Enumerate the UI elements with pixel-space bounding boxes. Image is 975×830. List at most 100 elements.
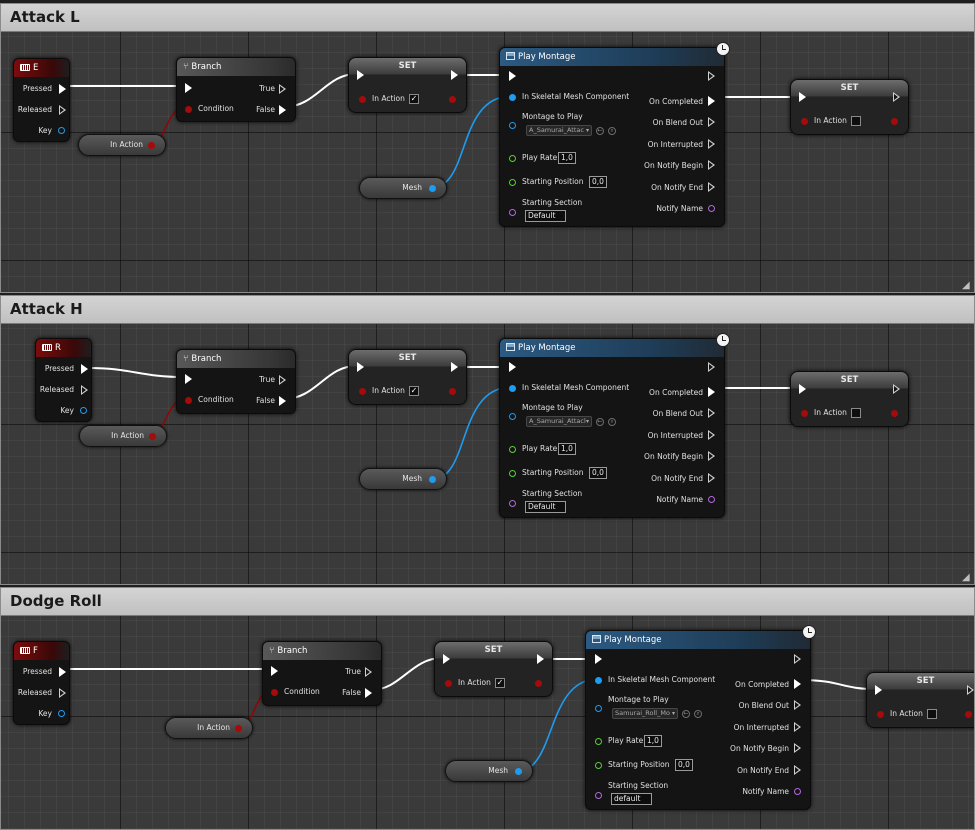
comment-box-dodge-roll[interactable]: Dodge Roll F Pressed Released Key In Act… [0,587,975,830]
false-exec-pin[interactable] [279,105,286,115]
set-exec-in-pin[interactable] [799,92,806,102]
starting-section-pin[interactable] [509,209,516,216]
false-exec-pin[interactable] [279,396,286,406]
in-action-output-pin[interactable] [149,433,156,440]
pressed-exec-pin[interactable] [81,364,88,374]
true-exec-pin[interactable] [279,84,286,94]
on-interrupted-pin[interactable] [708,430,715,440]
input-key-event-node[interactable]: R Pressed Released Key [35,338,92,422]
on-notify-begin-pin[interactable] [708,451,715,461]
key-pin[interactable] [58,710,65,717]
montage-asset-dropdown[interactable]: Samurai_Roll_Mo ▾ [612,708,678,719]
montage-exec-in-pin[interactable] [595,654,602,664]
on-notify-end-pin[interactable] [708,182,715,192]
in-action-input-pin[interactable] [801,118,808,125]
released-exec-pin[interactable] [59,105,66,115]
in-action-checkbox[interactable] [927,709,937,719]
set-in-action-true-node[interactable]: SET In Action ✓ [348,57,467,113]
comment-title[interactable]: Attack L [1,4,974,32]
on-blend-out-pin[interactable] [708,117,715,127]
input-key-event-node[interactable]: E Pressed Released Key [13,58,70,142]
montage-exec-in-pin[interactable] [509,71,516,81]
on-completed-pin[interactable] [708,96,715,106]
montage-asset-dropdown[interactable]: A_Samurai_Attac ▾ [526,125,592,136]
resize-grip-icon[interactable]: ◢ [962,573,972,583]
pressed-exec-pin[interactable] [59,84,66,94]
on-blend-out-pin[interactable] [708,408,715,418]
play-montage-node[interactable]: Play Montage In Skeletal Mesh Component … [499,333,730,518]
get-in-action-node[interactable]: In Action [78,134,166,156]
released-exec-pin[interactable] [59,688,66,698]
starting-section-pin[interactable] [595,792,602,799]
get-in-action-node[interactable]: In Action [79,425,167,447]
mesh-output-pin[interactable] [515,768,522,775]
set-exec-in-pin[interactable] [357,362,364,372]
set-exec-in-pin[interactable] [875,685,882,695]
montage-to-play-pin[interactable] [595,705,602,712]
set-in-action-false-node[interactable]: SET In Action [790,371,909,427]
montage-exec-out-pin[interactable] [708,71,715,81]
in-action-checkbox[interactable]: ✓ [495,678,505,688]
set-exec-out-pin[interactable] [893,384,900,394]
condition-pin[interactable] [185,397,192,404]
false-exec-pin[interactable] [365,688,372,698]
condition-pin[interactable] [185,106,192,113]
on-notify-end-pin[interactable] [794,765,801,775]
in-action-output-pin[interactable] [891,118,898,125]
use-asset-icon[interactable]: ← [682,710,690,718]
on-interrupted-pin[interactable] [794,722,801,732]
in-action-input-pin[interactable] [801,410,808,417]
on-notify-begin-pin[interactable] [794,743,801,753]
branch-exec-in-pin[interactable] [185,374,192,384]
on-notify-begin-pin[interactable] [708,160,715,170]
branch-node[interactable]: ⑂ Branch Condition True False [262,641,382,706]
starting-position-pin[interactable] [509,470,516,477]
play-rate-pin[interactable] [509,155,516,162]
branch-node[interactable]: ⑂ Branch Condition True False [176,57,296,122]
set-in-action-true-node[interactable]: SET In Action ✓ [348,349,467,405]
in-skeletal-mesh-pin[interactable] [595,677,602,684]
in-action-checkbox[interactable] [851,408,861,418]
montage-to-play-pin[interactable] [509,122,516,129]
in-action-checkbox[interactable]: ✓ [409,386,419,396]
in-action-input-pin[interactable] [445,680,452,687]
in-action-input-pin[interactable] [359,388,366,395]
in-action-output-pin[interactable] [535,680,542,687]
play-rate-pin[interactable] [509,446,516,453]
key-pin[interactable] [58,127,65,134]
in-action-input-pin[interactable] [877,711,884,718]
browse-asset-icon[interactable]: ⌕ [608,127,616,135]
in-skeletal-mesh-pin[interactable] [509,385,516,392]
montage-exec-out-pin[interactable] [708,362,715,372]
on-notify-end-pin[interactable] [708,473,715,483]
comment-box-attack-h[interactable]: Attack H ◢ R Pressed Released Key In Act… [0,295,975,585]
starting-position-pin[interactable] [595,762,602,769]
branch-node[interactable]: ⑂ Branch Condition True False [176,349,296,414]
get-mesh-node[interactable]: Mesh [445,760,533,782]
set-in-action-false-node[interactable]: SET In Action [866,672,974,728]
in-action-output-pin[interactable] [449,96,456,103]
key-pin[interactable] [80,407,87,414]
set-in-action-false-node[interactable]: SET In Action [790,79,909,135]
set-exec-out-pin[interactable] [451,70,458,80]
montage-to-play-pin[interactable] [509,413,516,420]
input-key-event-node[interactable]: F Pressed Released Key [13,641,70,725]
true-exec-pin[interactable] [365,667,372,677]
use-asset-icon[interactable]: ← [596,418,604,426]
notify-name-pin[interactable] [794,788,801,795]
starting-section-input[interactable]: Default [525,501,566,513]
starting-position-pin[interactable] [509,179,516,186]
released-exec-pin[interactable] [81,385,88,395]
in-action-input-pin[interactable] [359,96,366,103]
set-exec-out-pin[interactable] [451,362,458,372]
montage-asset-dropdown[interactable]: A_Samurai_Attacl ▾ [526,416,592,427]
set-exec-in-pin[interactable] [799,384,806,394]
in-action-output-pin[interactable] [965,711,972,718]
browse-asset-icon[interactable]: ⌕ [608,418,616,426]
branch-exec-in-pin[interactable] [271,666,278,676]
starting-section-input[interactable]: default [611,793,652,805]
condition-pin[interactable] [271,689,278,696]
set-exec-in-pin[interactable] [357,70,364,80]
on-blend-out-pin[interactable] [794,700,801,710]
set-exec-out-pin[interactable] [967,685,974,695]
